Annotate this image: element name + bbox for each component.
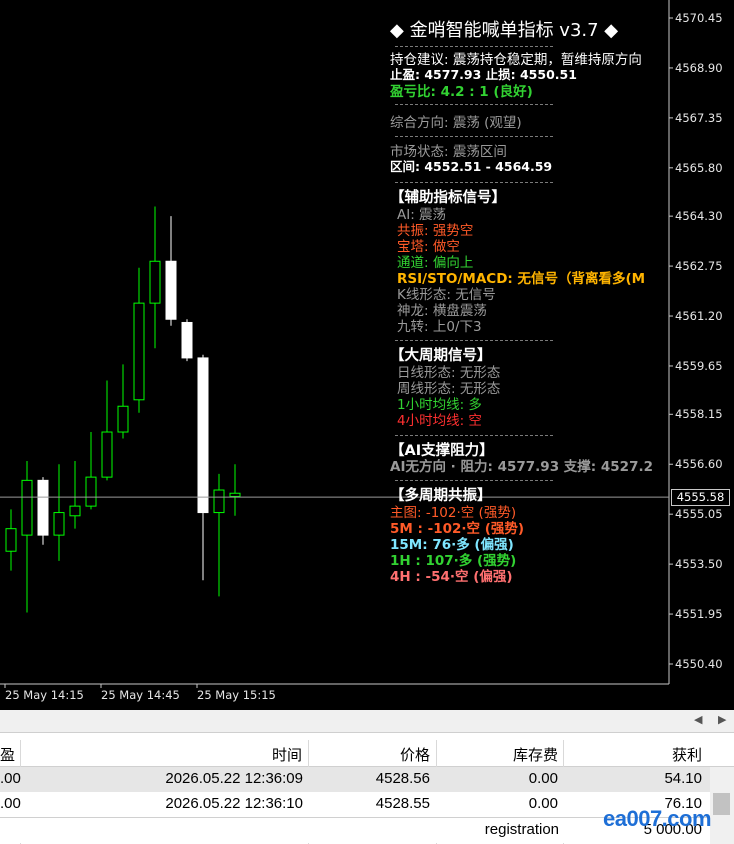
market-state: 市场状态: 震荡区间 xyxy=(390,144,507,160)
divider xyxy=(395,136,553,137)
row-time: 2026.05.22 12:36:09 xyxy=(165,770,303,787)
row-swap: 0.00 xyxy=(528,770,558,787)
candle-body xyxy=(149,260,161,304)
aux-resonance: 共振: 强势空 xyxy=(397,223,474,239)
table-row[interactable]: .00 2026.05.22 12:36:09 4528.56 0.00 54.… xyxy=(0,767,710,792)
candle-body xyxy=(117,405,129,433)
aux-ai: AI: 震荡 xyxy=(397,207,447,223)
table-header: 盈 时间 价格 库存费 获利 xyxy=(0,740,734,767)
x-tick-label: 25 May 14:45 xyxy=(101,688,180,702)
aux-pagoda: 宝塔: 做空 xyxy=(397,239,460,255)
divider xyxy=(395,46,553,47)
divider xyxy=(395,480,553,481)
weekly-pattern: 周线形态: 无形态 xyxy=(397,381,501,397)
overall-direction: 综合方向: 震荡 (观望) xyxy=(390,115,522,131)
scrollbar-thumb[interactable] xyxy=(713,793,730,815)
aux-nine-turn: 九转: 上0/下3 xyxy=(397,319,482,335)
candle-body xyxy=(181,321,193,359)
watermark-logo: ea007.com xyxy=(603,806,712,831)
column-header[interactable]: 库存费 xyxy=(450,744,558,765)
row-swap: 0.00 xyxy=(528,795,558,812)
candle-body xyxy=(37,479,49,536)
candle-body xyxy=(213,489,225,514)
position-advice: 持仓建议: 震荡持仓稳定期，暂维持原方向 xyxy=(390,52,642,68)
aux-signals-header: 【辅助指标信号】 xyxy=(390,190,506,206)
row-cell: .00 xyxy=(0,795,21,812)
y-tick-label: 4558.15 xyxy=(675,407,723,422)
divider xyxy=(395,182,553,183)
multi-main: 主图: -102·空 (强势) xyxy=(390,505,517,521)
multi-1h: 1H : 107·多 (强势) xyxy=(390,553,517,569)
y-tick-label: 4550.40 xyxy=(675,657,723,671)
current-price-label: 4555.58 xyxy=(671,489,730,506)
chart-canvas xyxy=(0,0,673,688)
candle-body xyxy=(197,357,209,514)
column-header[interactable]: 获利 xyxy=(600,744,702,765)
take-profit-stop-loss: 止盈: 4577.93 止损: 4550.51 xyxy=(390,67,577,82)
x-tick-label: 25 May 15:15 xyxy=(197,688,276,702)
y-tick-label: 4570.45 xyxy=(675,11,723,25)
candle-body xyxy=(69,505,81,517)
y-tick-label: 4565.80 xyxy=(675,160,723,175)
scroll-left-icon[interactable]: ◀ xyxy=(694,713,702,726)
y-tick-label: 4551.95 xyxy=(675,607,723,622)
y-tick-label: 4553.50 xyxy=(675,557,723,572)
y-tick-label: 4568.90 xyxy=(675,60,723,75)
registration-label: registration xyxy=(484,821,559,838)
terminal-toolbar: ◀ ▶ xyxy=(0,710,734,733)
daily-pattern: 日线形态: 无形态 xyxy=(397,365,501,381)
aux-rsi-sto-macd: RSI/STO/MACD: 无信号（背离看多(M xyxy=(397,271,646,287)
y-tick-label: 4562.75 xyxy=(675,259,723,274)
price-chart[interactable]: 4570.45 4568.90 4567.35 4565.80 4564.30 4562.… xyxy=(0,0,734,710)
h1-ma: 1小时均线: 多 xyxy=(397,397,482,413)
y-tick-label: 4559.65 xyxy=(675,358,723,373)
column-header[interactable]: 时间 xyxy=(180,744,302,765)
row-price: 4528.56 xyxy=(375,770,430,787)
price-range: 区间: 4552.51 - 4564.59 xyxy=(390,159,553,174)
candle-body xyxy=(165,260,177,320)
candle-body xyxy=(85,476,97,507)
aux-dragon: 神龙: 横盘震荡 xyxy=(397,303,487,319)
y-tick-label: 4555.05 xyxy=(675,507,723,522)
x-tick-label: 25 May 14:15 xyxy=(5,688,84,702)
column-header[interactable]: 价格 xyxy=(330,744,430,765)
y-tick-label: 4564.30 xyxy=(675,209,723,224)
candle-body xyxy=(101,431,113,478)
ai-sr-header: 【AI支撑阻力】 xyxy=(390,443,494,459)
candle-body xyxy=(5,528,17,552)
multi-period-header: 【多周期共振】 xyxy=(390,488,492,504)
risk-reward-ratio: 盈亏比: 4.2 : 1 (良好) xyxy=(390,84,533,100)
h4-ma: 4小时均线: 空 xyxy=(397,413,482,429)
candle-body xyxy=(53,512,65,536)
y-tick-label: 4561.20 xyxy=(675,309,723,324)
multi-5m: 5M : -102·空 (强势) xyxy=(390,521,525,537)
vertical-scrollbar[interactable] xyxy=(710,767,734,844)
row-time: 2026.05.22 12:36:10 xyxy=(165,795,303,812)
y-tick-label: 4567.35 xyxy=(675,110,723,125)
candle-body xyxy=(133,302,145,401)
indicator-title: ◆ 金哨智能喊单指标 v3.7 ◆ xyxy=(390,20,619,41)
column-header[interactable]: 盈 xyxy=(0,744,15,765)
candle-body xyxy=(229,492,241,497)
row-cell: .00 xyxy=(0,770,21,787)
divider xyxy=(395,104,553,105)
aux-candle-pattern: K线形态: 无信号 xyxy=(397,287,496,303)
ai-support-resistance: AI无方向 · 阻力: 4577.93 支撑: 4527.2 xyxy=(390,459,653,475)
divider xyxy=(395,340,553,341)
row-profit: 54.10 xyxy=(664,770,702,787)
aux-channel: 通道: 偏向上 xyxy=(397,255,474,271)
big-cycle-header: 【大周期信号】 xyxy=(390,348,492,364)
row-price: 4528.55 xyxy=(375,795,430,812)
candle-body xyxy=(21,479,33,536)
scroll-right-icon[interactable]: ▶ xyxy=(718,713,726,726)
multi-15m: 15M: 76·多 (偏强) xyxy=(390,537,514,553)
y-tick-label: 4556.60 xyxy=(675,457,723,472)
divider xyxy=(395,435,553,436)
multi-4h: 4H : -54·空 (偏强) xyxy=(390,569,513,585)
